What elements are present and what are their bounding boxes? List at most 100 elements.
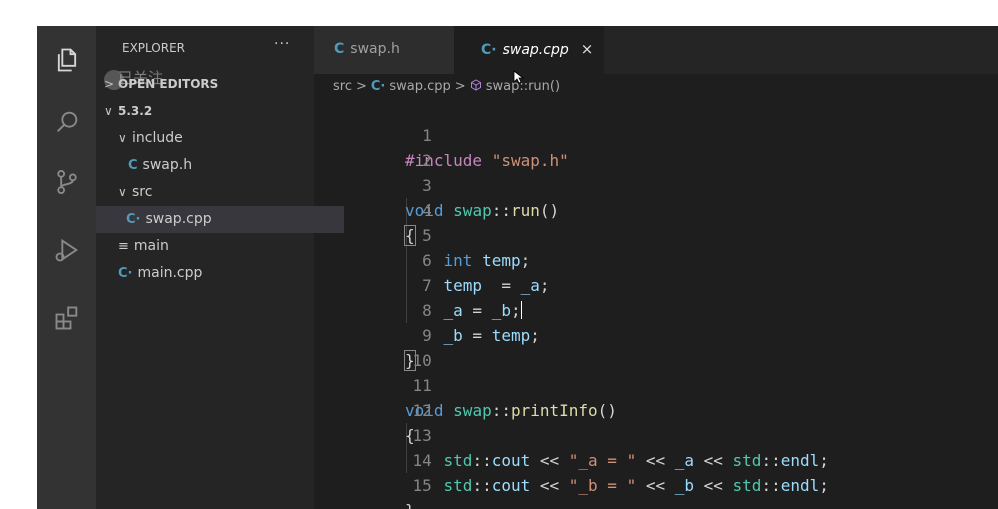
- line-number: 7: [422, 276, 432, 295]
- more-actions-icon[interactable]: ···: [274, 36, 290, 52]
- tab-label: swap.h: [350, 41, 400, 57]
- code-line: 3 void swap::run(): [314, 148, 559, 220]
- token: endl: [780, 451, 820, 470]
- tree-file-main-cpp[interactable]: C· main.cpp: [96, 260, 336, 287]
- token: ::: [491, 401, 511, 420]
- breadcrumb-src[interactable]: src: [333, 79, 352, 94]
- token: std: [732, 451, 762, 470]
- line-number: 4: [422, 201, 432, 220]
- editor-tabs: Cswap.h C· swap.cpp ×: [314, 26, 998, 74]
- tree-file-swap-h[interactable]: Cswap.h: [96, 152, 346, 179]
- token: ;: [539, 276, 550, 295]
- tab-label: swap.cpp: [502, 42, 569, 58]
- token: <<: [636, 451, 675, 470]
- tree-label: main.cpp: [137, 265, 203, 281]
- cpp-file-icon: C·: [481, 42, 497, 58]
- token: _b: [491, 301, 511, 320]
- line-number: 8: [422, 301, 432, 320]
- chevron-down-icon: ∨: [104, 104, 113, 118]
- tree-file-main[interactable]: ≡ main: [96, 233, 336, 260]
- token: ::: [761, 451, 781, 470]
- line-number: 13: [412, 426, 432, 445]
- code-line: 1 #include "swap.h": [314, 98, 569, 170]
- code-line: 8 _b = temp;: [314, 273, 540, 345]
- code-line: 2: [314, 123, 432, 170]
- code-line: 13 std::cout << "_a = " << _a << std::en…: [314, 398, 829, 470]
- token: "_a = ": [568, 451, 637, 470]
- token: "_b = ": [568, 476, 637, 495]
- line-number: 14: [412, 451, 432, 470]
- code-line: 9 }: [314, 298, 432, 371]
- token: std: [443, 476, 473, 495]
- explorer-sidebar: EXPLORER ··· > OPEN EDITORS ∨ 5.3.2 ∨ inclu…: [96, 26, 344, 509]
- tree-folder-include[interactable]: ∨ include: [96, 125, 336, 152]
- breadcrumb-separator: >: [454, 79, 466, 94]
- tree-label: main: [133, 238, 169, 254]
- token: }: [405, 501, 415, 509]
- breadcrumb-file[interactable]: swap.cpp: [389, 79, 450, 94]
- token: swap: [453, 201, 492, 220]
- code-line: 5 int temp;: [314, 198, 530, 270]
- token: <<: [530, 451, 569, 470]
- token: ;: [819, 476, 829, 495]
- tab-swap-h[interactable]: Cswap.h: [314, 26, 454, 74]
- token: ::: [472, 451, 492, 470]
- tab-swap-cpp[interactable]: C· swap.cpp ×: [454, 26, 604, 74]
- code-line: 15 }: [314, 448, 432, 509]
- token: endl: [780, 476, 820, 495]
- token: _a: [674, 451, 694, 470]
- line-number: 10: [412, 351, 432, 370]
- token: ;: [520, 251, 531, 270]
- line-number: 15: [412, 476, 432, 495]
- close-tab-icon[interactable]: ×: [581, 40, 594, 58]
- search-icon[interactable]: [51, 106, 83, 138]
- token: <<: [694, 451, 733, 470]
- breadcrumb-symbol[interactable]: swap::run(): [486, 79, 560, 94]
- token: _a: [443, 301, 463, 320]
- method-cube-icon: [470, 79, 481, 91]
- cpp-file-icon: C·: [126, 212, 141, 227]
- token: <<: [694, 476, 733, 495]
- token: _b: [443, 326, 463, 345]
- follow-overlay-text: 已关注: [118, 69, 164, 87]
- vscode-window: EXPLORER ··· > OPEN EDITORS ∨ 5.3.2 ∨ inclu…: [37, 26, 998, 509]
- line-number: 12: [412, 401, 432, 420]
- tree-label: 5.3.2: [118, 104, 153, 118]
- breadcrumb: src > C· swap.cpp > swap::run(): [333, 76, 560, 98]
- token: _a: [520, 276, 540, 295]
- code-line: 7 _a = _b;: [314, 248, 522, 320]
- code-line: 12 {: [314, 373, 432, 445]
- cpp-file-icon: C·: [370, 79, 386, 94]
- tree-label: swap.h: [142, 157, 193, 173]
- line-number: 3: [422, 176, 432, 195]
- code-line: 6 temp = _a;: [314, 223, 549, 295]
- line-number: 1: [422, 126, 432, 145]
- source-control-icon[interactable]: [51, 166, 83, 198]
- token: temp: [443, 276, 483, 295]
- text-caret: [520, 301, 522, 319]
- tree-folder-root[interactable]: ∨ 5.3.2: [96, 98, 322, 125]
- tree-file-swap-cpp[interactable]: C· swap.cpp: [96, 206, 344, 233]
- token: (): [597, 401, 617, 420]
- explorer-icon[interactable]: [51, 44, 83, 76]
- line-number: 5: [422, 226, 432, 245]
- token: std: [443, 451, 473, 470]
- token: std: [732, 476, 762, 495]
- code-line: 11 void swap::printInfo(): [314, 348, 617, 420]
- run-debug-icon[interactable]: [51, 234, 83, 266]
- chevron-down-icon: ∨: [118, 131, 127, 145]
- token: ;: [819, 451, 829, 470]
- tree-label: src: [132, 184, 153, 200]
- code-line: 10: [314, 323, 432, 370]
- tree-folder-src[interactable]: ∨ src: [96, 179, 336, 206]
- token: temp: [482, 251, 521, 270]
- tree-label: include: [132, 130, 183, 146]
- line-number: 2: [422, 151, 432, 170]
- extensions-icon[interactable]: [51, 302, 83, 334]
- token: cout: [491, 451, 531, 470]
- activity-bar: [37, 26, 96, 509]
- tree-label: swap.cpp: [145, 211, 212, 227]
- breadcrumb-separator: >: [355, 79, 367, 94]
- token: swap: [453, 401, 492, 420]
- token: ::: [472, 476, 492, 495]
